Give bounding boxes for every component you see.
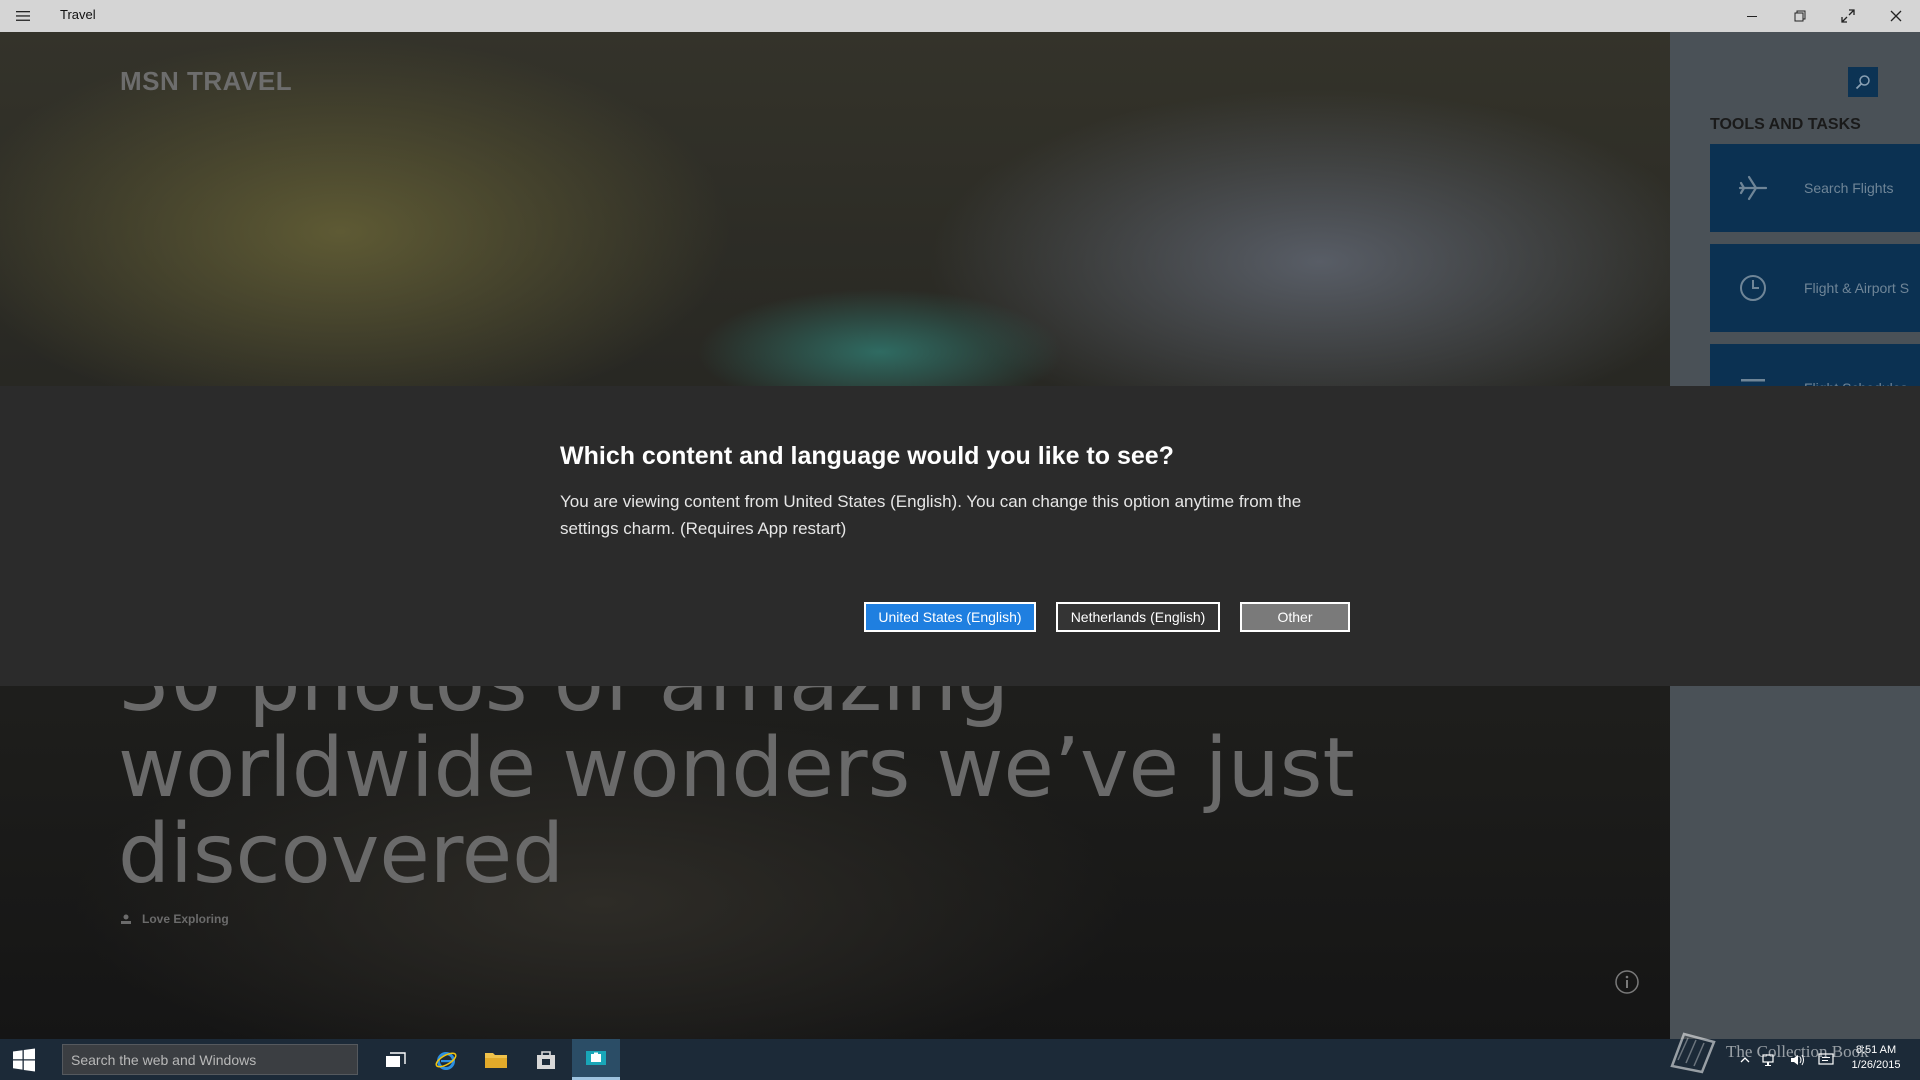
fullscreen-icon xyxy=(1841,9,1855,23)
restore-icon xyxy=(1794,10,1806,22)
travel-app-button[interactable] xyxy=(572,1039,620,1080)
task-view-icon xyxy=(386,1051,406,1067)
watermark: The Collection Book xyxy=(1668,1030,1869,1074)
source-label: Love Exploring xyxy=(142,912,229,926)
info-icon xyxy=(1615,970,1639,994)
minimize-icon xyxy=(1747,16,1757,17)
tile-search-flights[interactable]: Search Flights xyxy=(1710,144,1920,232)
book-icon xyxy=(1670,1032,1716,1074)
taskbar-search-placeholder: Search the web and Windows xyxy=(71,1051,257,1068)
store-button[interactable] xyxy=(522,1039,570,1080)
other-button[interactable]: Other xyxy=(1240,602,1350,632)
taskbar: Search the web and Windows 8:51 AM 1/26/… xyxy=(0,1039,1920,1080)
close-icon xyxy=(1890,10,1902,22)
netherlands-button[interactable]: Netherlands (English) xyxy=(1056,602,1220,632)
brand-logo[interactable]: MSN TRAVEL xyxy=(120,66,292,97)
tile-flight-status[interactable]: Flight & Airport S xyxy=(1710,244,1920,332)
start-button[interactable] xyxy=(0,1039,48,1080)
minimize-button[interactable] xyxy=(1728,0,1776,32)
close-button[interactable] xyxy=(1872,0,1920,32)
dialog-message: You are viewing content from United Stat… xyxy=(560,492,1302,538)
dialog-title: Which content and language would you lik… xyxy=(560,442,1174,470)
internet-explorer-button[interactable] xyxy=(422,1039,470,1080)
windows-logo-icon xyxy=(13,1048,35,1071)
taskbar-search-box[interactable]: Search the web and Windows xyxy=(62,1044,358,1075)
task-view-button[interactable] xyxy=(372,1039,420,1080)
tile-label: Flight & Airport S xyxy=(1804,280,1910,296)
travel-icon xyxy=(586,1051,606,1065)
watermark-text: The Collection Book xyxy=(1726,1042,1869,1061)
title-bar: Travel xyxy=(0,0,1920,32)
fullscreen-button[interactable] xyxy=(1824,0,1872,32)
window-title: Travel xyxy=(60,7,96,22)
store-icon xyxy=(537,1050,555,1069)
language-dialog: Which content and language would you lik… xyxy=(0,386,1920,686)
clock-icon xyxy=(1740,275,1766,301)
headline-line: discovered xyxy=(118,807,565,902)
search-icon xyxy=(1855,75,1870,90)
tools-title: TOOLS AND TASKS xyxy=(1710,116,1861,133)
hero-source[interactable]: Love Exploring xyxy=(120,912,229,926)
info-button[interactable] xyxy=(1614,969,1640,995)
headline-line: worldwide wonders we’ve just xyxy=(118,721,1355,816)
internet-explorer-icon xyxy=(435,1051,457,1070)
united-states-button[interactable]: United States (English) xyxy=(864,602,1036,632)
folder-icon xyxy=(485,1052,507,1068)
restore-button[interactable] xyxy=(1776,0,1824,32)
airplane-icon xyxy=(1738,175,1768,201)
search-button[interactable] xyxy=(1848,67,1878,97)
source-logo-icon xyxy=(121,914,131,924)
tile-label: Search Flights xyxy=(1804,180,1894,196)
hamburger-icon[interactable] xyxy=(12,6,34,26)
file-explorer-button[interactable] xyxy=(472,1039,520,1080)
